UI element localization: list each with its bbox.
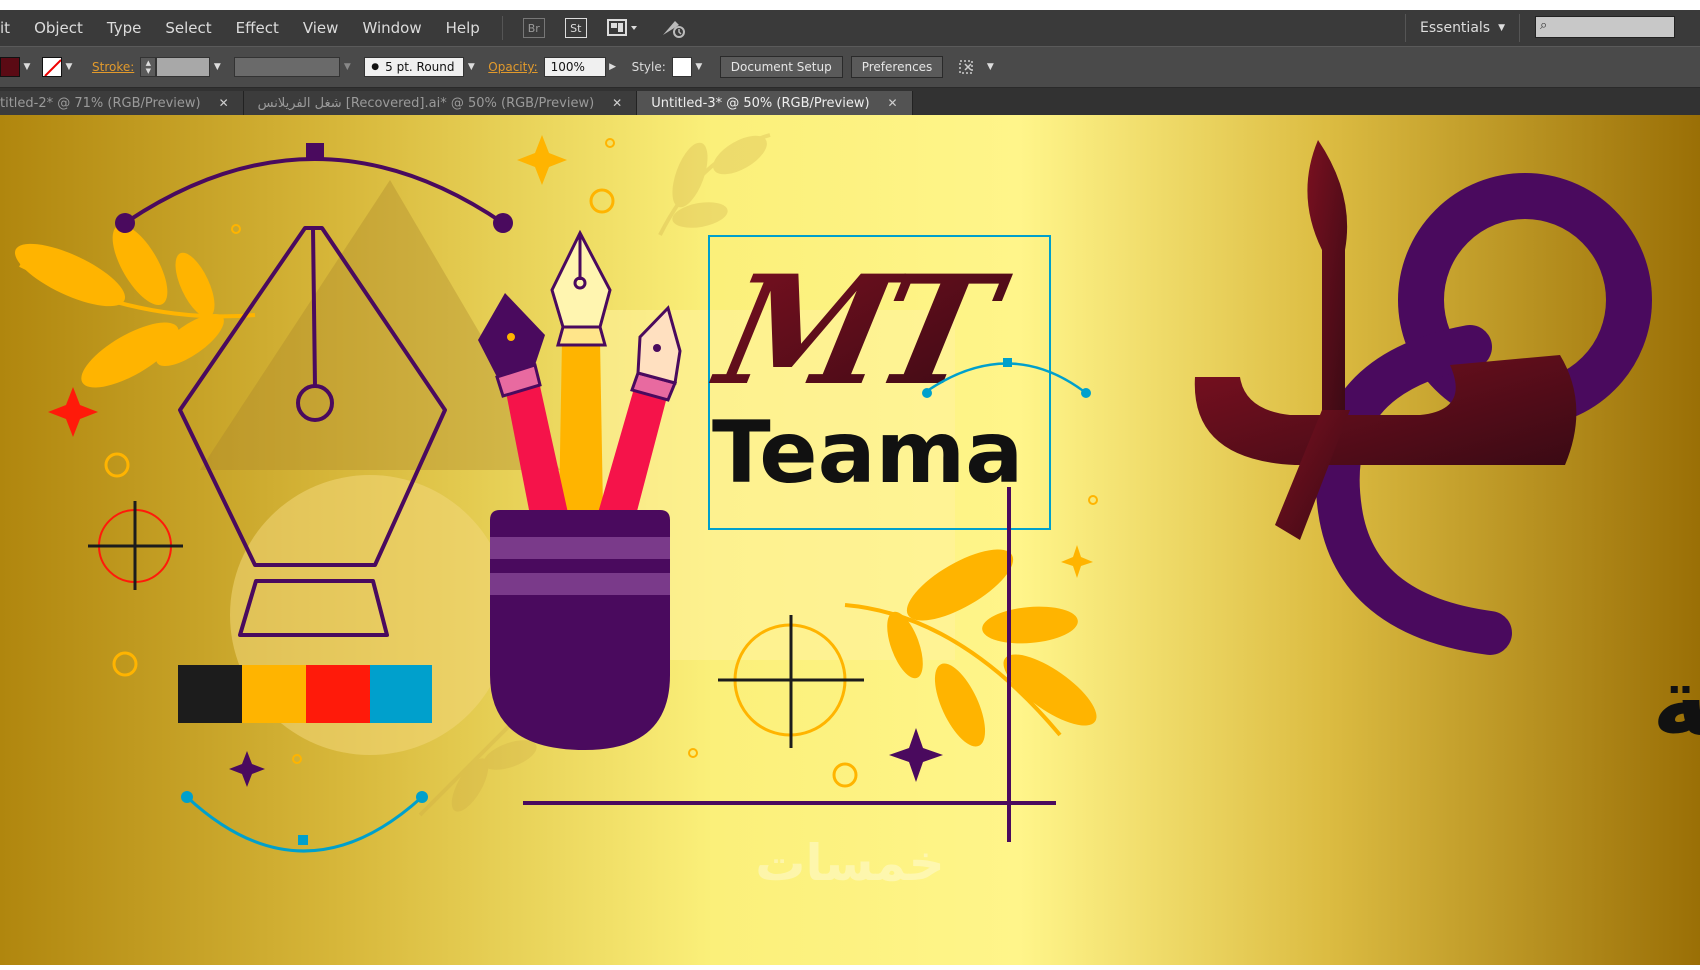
khamsat-watermark: خمسات <box>755 834 944 892</box>
window-top-edge <box>0 0 1700 10</box>
palette-swatch-black <box>178 665 242 723</box>
variable-width-dropdown-icon[interactable]: ▼ <box>340 57 354 77</box>
palette-swatch-blue <box>370 665 432 723</box>
menu-edit[interactable]: it <box>0 19 22 37</box>
menu-separator <box>501 16 503 40</box>
opacity-label[interactable]: Opacity: <box>488 60 537 74</box>
panel-menu-icon[interactable]: ▼ <box>983 57 997 77</box>
brush-definition-field[interactable]: ● 5 pt. Round <box>364 57 465 77</box>
workspace-label: Essentials <box>1420 20 1491 36</box>
fill-swatch[interactable] <box>0 57 20 77</box>
opacity-arrow-icon[interactable]: ▶ <box>606 57 620 77</box>
brush-dot-icon: ● <box>371 62 380 72</box>
palette-swatch-yellow <box>242 665 306 723</box>
arabic-name: محمود طعيمة <box>1652 646 1700 759</box>
tab-label: titled-2* @ 71% (RGB/Preview) <box>0 95 201 111</box>
tab-untitled-3[interactable]: Untitled-3* @ 50% (RGB/Preview) ✕ <box>637 91 913 115</box>
chevron-down-icon: ▼ <box>1498 23 1505 33</box>
document-tab-bar: titled-2* @ 71% (RGB/Preview) ✕ شغل الفر… <box>0 88 1700 115</box>
control-panel: ▼ ▼ Stroke: ▲ ▼ ▼ ▼ ● 5 pt. Round ▼ Opaci… <box>0 46 1700 88</box>
graphic-style-swatch[interactable] <box>671 57 692 77</box>
isolation-mode-icon[interactable] <box>957 58 979 76</box>
style-dropdown-icon[interactable]: ▼ <box>692 57 706 77</box>
brush-dropdown-icon[interactable]: ▼ <box>464 57 478 77</box>
stroke-weight-dropdown-icon[interactable]: ▼ <box>210 57 224 77</box>
menu-window[interactable]: Window <box>350 19 433 37</box>
menu-bar: it Object Type Select Effect View Window… <box>0 10 1700 46</box>
menu-help[interactable]: Help <box>434 19 492 37</box>
arrange-documents-icon[interactable] <box>606 18 641 38</box>
gpu-performance-icon[interactable] <box>661 17 687 39</box>
preferences-button[interactable]: Preferences <box>850 56 944 78</box>
menu-type[interactable]: Type <box>95 19 153 37</box>
help-search-input[interactable]: ⌕ <box>1535 16 1675 38</box>
brush-definition-label: 5 pt. Round <box>385 60 455 74</box>
menu-select[interactable]: Select <box>153 19 223 37</box>
variable-width-field[interactable] <box>234 57 341 77</box>
logo-word: Teama <box>712 403 1023 503</box>
tab-recovered[interactable]: شغل الفريلانس [Recovered].ai* @ 50% (RGB… <box>243 91 638 115</box>
workspace-switcher[interactable]: Essentials ▼ <box>1405 14 1520 42</box>
menu-object[interactable]: Object <box>22 19 95 37</box>
close-icon[interactable]: ✕ <box>888 96 898 110</box>
document-setup-button[interactable]: Document Setup <box>719 56 843 78</box>
opacity-field[interactable]: 100% <box>543 57 606 77</box>
stroke-label[interactable]: Stroke: <box>92 60 134 74</box>
artwork: MT Teama محمود طعيمة خمسات <box>0 115 1700 965</box>
tab-label: شغل الفريلانس [Recovered].ai* @ 50% (RGB… <box>257 95 595 111</box>
close-icon[interactable]: ✕ <box>612 96 622 110</box>
stroke-dropdown-icon[interactable]: ▼ <box>62 57 76 77</box>
stock-icon[interactable]: St <box>564 18 587 38</box>
color-palette <box>178 665 432 723</box>
tab-label: Untitled-3* @ 50% (RGB/Preview) <box>651 95 870 111</box>
search-icon: ⌕ <box>1540 18 1548 33</box>
bridge-icon[interactable]: Br <box>522 18 545 38</box>
close-icon[interactable]: ✕ <box>219 96 229 110</box>
fill-dropdown-icon[interactable]: ▼ <box>20 57 34 77</box>
menu-view[interactable]: View <box>291 19 351 37</box>
stroke-swatch[interactable] <box>42 57 62 77</box>
artboard-canvas[interactable]: MT Teama محمود طعيمة خمسات <box>0 115 1700 965</box>
tab-untitled-2[interactable]: titled-2* @ 71% (RGB/Preview) ✕ <box>0 91 244 115</box>
stroke-weight-stepper[interactable]: ▲ ▼ <box>140 57 157 77</box>
palette-swatch-red <box>306 665 370 723</box>
menu-effect[interactable]: Effect <box>224 19 291 37</box>
stroke-weight-field[interactable] <box>156 57 211 77</box>
style-label: Style: <box>631 60 666 74</box>
